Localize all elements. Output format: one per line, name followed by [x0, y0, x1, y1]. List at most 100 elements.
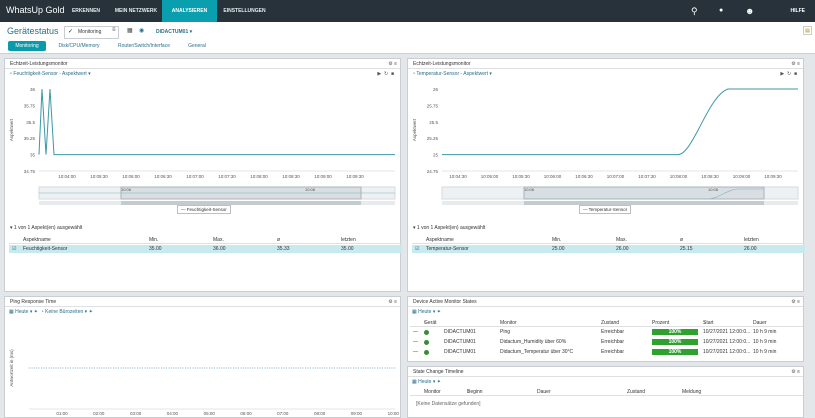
calendar-icon[interactable]: ▦	[412, 379, 417, 385]
navigator-label: 10:08	[708, 187, 719, 192]
x-tick-label: 10:07:00	[186, 174, 204, 179]
report-icon[interactable]: ▤	[803, 26, 812, 35]
nav-einstellungen[interactable]: EINSTELLUNGEN	[217, 0, 272, 22]
cell-min: 25.00	[552, 246, 565, 252]
table-row[interactable]: — DIDACTUM01 Didactum_Temperatur über 30°C…	[410, 348, 803, 356]
col-dauer[interactable]: Dauer	[537, 388, 551, 396]
status-dot-icon	[424, 339, 429, 345]
tab-monitoring[interactable]: Monitoring	[8, 41, 46, 51]
col-min[interactable]: Min.	[149, 236, 158, 244]
row-checkbox[interactable]: ☑	[12, 245, 16, 253]
legend-label: Feuchtigkeit-Sensor	[186, 207, 227, 212]
col-monitor[interactable]: Monitor	[500, 319, 517, 327]
selection-count-label: 1 von 1 Aspekt(en) ausgewählt	[13, 225, 83, 231]
col-prozent[interactable]: Prozent	[652, 319, 669, 327]
expand-icon[interactable]: —	[413, 338, 418, 346]
panel-settings-icon[interactable]: ⚙ ≡	[791, 59, 800, 69]
grid-icon[interactable]: ▦	[127, 27, 133, 34]
x-tick-label: 10:09:30	[346, 174, 364, 179]
table-row[interactable]: ☑ Feuchtigkeit-Sensor 35.00 36.00 35.33 …	[9, 245, 402, 253]
pin-icon[interactable]: ✦	[437, 309, 441, 315]
col-zustand[interactable]: Zustand	[601, 319, 619, 327]
tab-general[interactable]: General	[182, 41, 212, 51]
col-letzten[interactable]: letzten	[341, 236, 356, 244]
list-icon[interactable]: ≡	[112, 27, 116, 33]
nav-mein-netzwerk[interactable]: MEIN NETZWERK	[110, 0, 162, 22]
device-select[interactable]: DIDACTUM01 ▾	[156, 26, 192, 38]
range-select[interactable]: Heute	[418, 309, 431, 315]
cell-device: DIDACTUM01	[444, 349, 476, 355]
y-axis-label: Aspektwert	[412, 118, 417, 141]
y-tick-label: 35.25	[24, 136, 36, 141]
col-aspektname[interactable]: Aspektname	[23, 236, 51, 244]
col-meldung[interactable]: Meldung	[682, 388, 701, 396]
globe-icon[interactable]: ◉	[139, 27, 144, 34]
tab-disk-cpu-memory[interactable]: Disk/CPU/Memory	[53, 41, 105, 51]
chart-legend[interactable]: — Feuchtigkeit-Sensor	[177, 205, 231, 214]
col-monitor[interactable]: Monitor	[424, 388, 441, 396]
percent-bar: 100%	[652, 349, 698, 355]
panel-title: State Change Timeline	[408, 367, 803, 377]
monitor-view-label: Monitoring	[78, 29, 102, 35]
nav-erkennen[interactable]: ERKENNEN	[62, 0, 110, 22]
table-row[interactable]: — DIDACTUM01 Didactum_Humidity über 60% Err…	[410, 338, 803, 346]
nav-analysieren[interactable]: ANALYSIEREN	[162, 0, 217, 22]
selection-count-label: 1 von 1 Aspekt(en) ausgewählt	[416, 225, 486, 231]
monitor-view-select[interactable]: ✓ Monitoring	[64, 26, 119, 39]
clock-icon[interactable]: ◔	[41, 309, 44, 315]
cell-start: 10/27/2021 12:00:0...	[703, 339, 751, 345]
table-row[interactable]: — DIDACTUM01 Ping Erreichbar 10/27/2021 12:0…	[410, 328, 803, 336]
col-max[interactable]: Max.	[616, 236, 627, 244]
series-line	[38, 88, 395, 156]
col-dauer[interactable]: Dauer	[753, 319, 767, 327]
pin-icon[interactable]: ✦	[89, 309, 93, 315]
pin-icon[interactable]: ✦	[437, 379, 441, 385]
col-geraet[interactable]: Gerät ↑	[424, 319, 437, 327]
chart-legend[interactable]: — Temperatur-Sensor	[579, 205, 632, 214]
calendar-icon[interactable]: ▦	[9, 309, 14, 315]
col-zustand[interactable]: Zustand	[627, 388, 645, 396]
search-icon[interactable]: ⚲	[691, 5, 698, 17]
help-menu[interactable]: HILFE	[791, 0, 805, 22]
col-avg[interactable]: ø	[277, 236, 280, 244]
cell-duration: 10 h 9 min	[753, 329, 777, 335]
expand-icon[interactable]: —	[413, 328, 418, 336]
left-performance-panel: Echtzeit-Leistungsmonitor ⚙ ≡ ◔ Feuchtig…	[4, 58, 402, 292]
row-checkbox[interactable]: ☑	[415, 245, 419, 253]
app-logo[interactable]: WhatsUp Gold	[6, 5, 65, 15]
col-avg[interactable]: ø	[680, 236, 683, 244]
notification-bell-icon[interactable]: ●	[719, 5, 723, 17]
tab-router-switch-interface[interactable]: Router/Switch/Interface	[113, 41, 175, 51]
sensor-select[interactable]: ◔ Temperatur-Sensor - Aspektwert ▾ ▶ ↻ ■	[408, 69, 803, 79]
x-tick-label: 10:07:30	[218, 174, 236, 179]
panel-settings-icon[interactable]: ⚙ ≡	[791, 367, 800, 377]
x-tick-label: 10:07:30	[638, 174, 656, 179]
panel-settings-icon[interactable]: ⚙ ≡	[388, 297, 397, 307]
range-select[interactable]: Heute	[15, 309, 28, 315]
pin-icon[interactable]: ✦	[34, 309, 38, 315]
playback-controls[interactable]: ▶ ↻ ■	[780, 69, 797, 79]
col-beginn[interactable]: Beginn ↓	[467, 388, 483, 396]
table-row[interactable]: ☑ Temperatur-Sensor 25.00 26.00 25.15 26…	[412, 245, 805, 253]
col-start-label: Start	[703, 320, 714, 326]
x-tick-label: 06:00	[240, 411, 252, 416]
navigator-scroll-thumb	[121, 201, 361, 205]
business-hours-select[interactable]: Keine Bürozeiten	[45, 309, 83, 315]
col-start[interactable]: Start ↑	[703, 319, 714, 327]
sensor-select[interactable]: ◔ Feuchtigkeit-Sensor - Aspektwert ▾ ▶ ↻ …	[5, 69, 400, 79]
navigator-selection	[523, 186, 765, 200]
panel-settings-icon[interactable]: ⚙ ≡	[791, 297, 800, 307]
col-letzten[interactable]: letzten	[744, 236, 759, 244]
x-tick-label: 05:00	[204, 411, 216, 416]
col-geraet-label: Gerät	[424, 320, 437, 326]
col-aspektname[interactable]: Aspektname	[426, 236, 454, 244]
col-max[interactable]: Max.	[213, 236, 224, 244]
y-axis-label: Antwortzeit in (ms)	[9, 349, 14, 387]
playback-controls[interactable]: ▶ ↻ ■	[377, 69, 394, 79]
user-icon[interactable]: ☻	[745, 5, 754, 17]
panel-settings-icon[interactable]: ⚙ ≡	[388, 59, 397, 69]
expand-icon[interactable]: —	[413, 348, 418, 356]
calendar-icon[interactable]: ▦	[412, 309, 417, 315]
col-min[interactable]: Min.	[552, 236, 561, 244]
range-select[interactable]: Heute	[418, 379, 431, 385]
